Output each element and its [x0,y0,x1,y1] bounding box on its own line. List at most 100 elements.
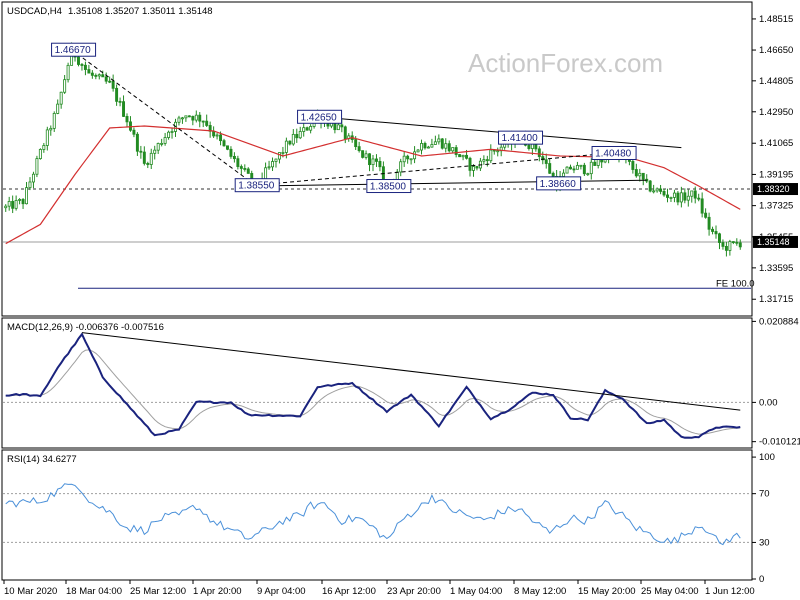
candle-body [676,192,680,203]
rsi-tick-label: 0 [759,574,764,585]
candle-body [104,76,108,82]
x-tick-label: 23 Apr 20:00 [387,586,441,597]
candle-body [395,171,399,181]
candle-body [472,166,475,171]
candle-body [239,166,243,169]
candle-body [593,161,597,166]
candle-body [336,124,340,131]
candle-body [420,143,423,151]
candle-body [697,197,701,200]
candle-body [153,149,157,154]
candle-body [672,192,676,198]
candle-body [281,152,285,154]
candle-body [215,134,219,137]
annotation-label: 1.46670 [55,45,92,56]
candle-body [80,64,84,66]
candle-body [371,158,375,166]
candle-body [693,190,697,199]
candle-body [184,115,188,119]
candle-body [596,159,600,166]
macd-tick-label: 0.00 [759,397,778,408]
rsi-panel[interactable] [1,449,753,581]
candle-body [118,100,122,103]
candle-body [87,69,91,74]
candle-body [52,113,56,129]
price-tick-label: 1.42950 [759,107,793,118]
price-tick-label: 1.44805 [759,76,793,87]
candle-body [728,241,732,251]
candle-body [25,187,28,205]
price-tick-label: 1.41065 [759,138,793,149]
candle-body [700,198,704,214]
candle-body [454,147,458,155]
candle-body [35,158,39,175]
candle-body [264,167,268,180]
candle-body [430,144,434,148]
candle-body [63,79,67,93]
candle-body [246,168,250,174]
candle-body [187,115,191,118]
candle-body [28,181,32,189]
candle-body [83,64,87,70]
candle-body [413,151,417,160]
candle-body [659,188,663,192]
candle-body [544,159,548,164]
candle-body [575,165,579,170]
candle-body [447,143,451,152]
candle-body [38,149,42,160]
candle-body [399,161,403,173]
candle-body [451,147,455,152]
candle-body [132,129,136,135]
candle-body [288,140,292,145]
candle-body [634,169,638,177]
candle-body [31,173,35,183]
candle-body [655,188,659,192]
candle-body [714,231,718,235]
candle-body [416,149,420,153]
candle-body [641,172,645,180]
candle-body [440,138,444,149]
level-price-label: 1.38320 [757,184,790,194]
candle-body [90,72,94,76]
macd-tick-label: -0.010121 [759,437,800,448]
candle-body [537,148,541,157]
candle-body [101,74,105,78]
candle-body [205,120,209,126]
price-tick-label: 1.39195 [759,169,793,180]
candle-body [139,150,143,153]
candle-body [156,143,160,151]
candle-body [378,161,382,168]
candle-body [652,190,656,193]
annotation-label: 1.38550 [238,181,275,192]
fe-label: FE 100.0 [716,278,755,289]
candle-body [631,161,635,170]
candle-body [586,173,590,176]
candle-body [49,127,53,131]
candle-body [194,114,198,121]
candle-body [485,159,489,162]
candle-body [298,131,302,139]
candle-body [569,166,572,170]
candle-body [565,166,569,174]
candle-body [527,144,531,149]
candle-body [374,158,378,162]
candle-body [4,205,8,209]
candle-body [302,127,306,132]
annotation-label: 1.38500 [370,182,407,193]
candle-body [59,91,63,105]
candle-body [180,117,184,120]
candle-body [589,161,593,175]
candle-body [170,131,174,133]
annotation-label: 1.40480 [595,148,632,159]
price-tick-label: 1.31715 [759,294,793,305]
chart-canvas[interactable]: ActionForex.com USDCAD,H4 1.35108 1.3520… [0,0,800,600]
macd-panel[interactable] [1,317,753,449]
price-tick-label: 1.48515 [759,14,793,25]
candle-body [232,155,236,160]
x-tick-label: 25 Mar 12:00 [130,586,186,597]
candle-body [115,87,119,102]
candle-body [357,146,361,152]
candle-body [686,195,690,201]
candle-body [489,149,493,162]
candle-body [167,131,171,138]
